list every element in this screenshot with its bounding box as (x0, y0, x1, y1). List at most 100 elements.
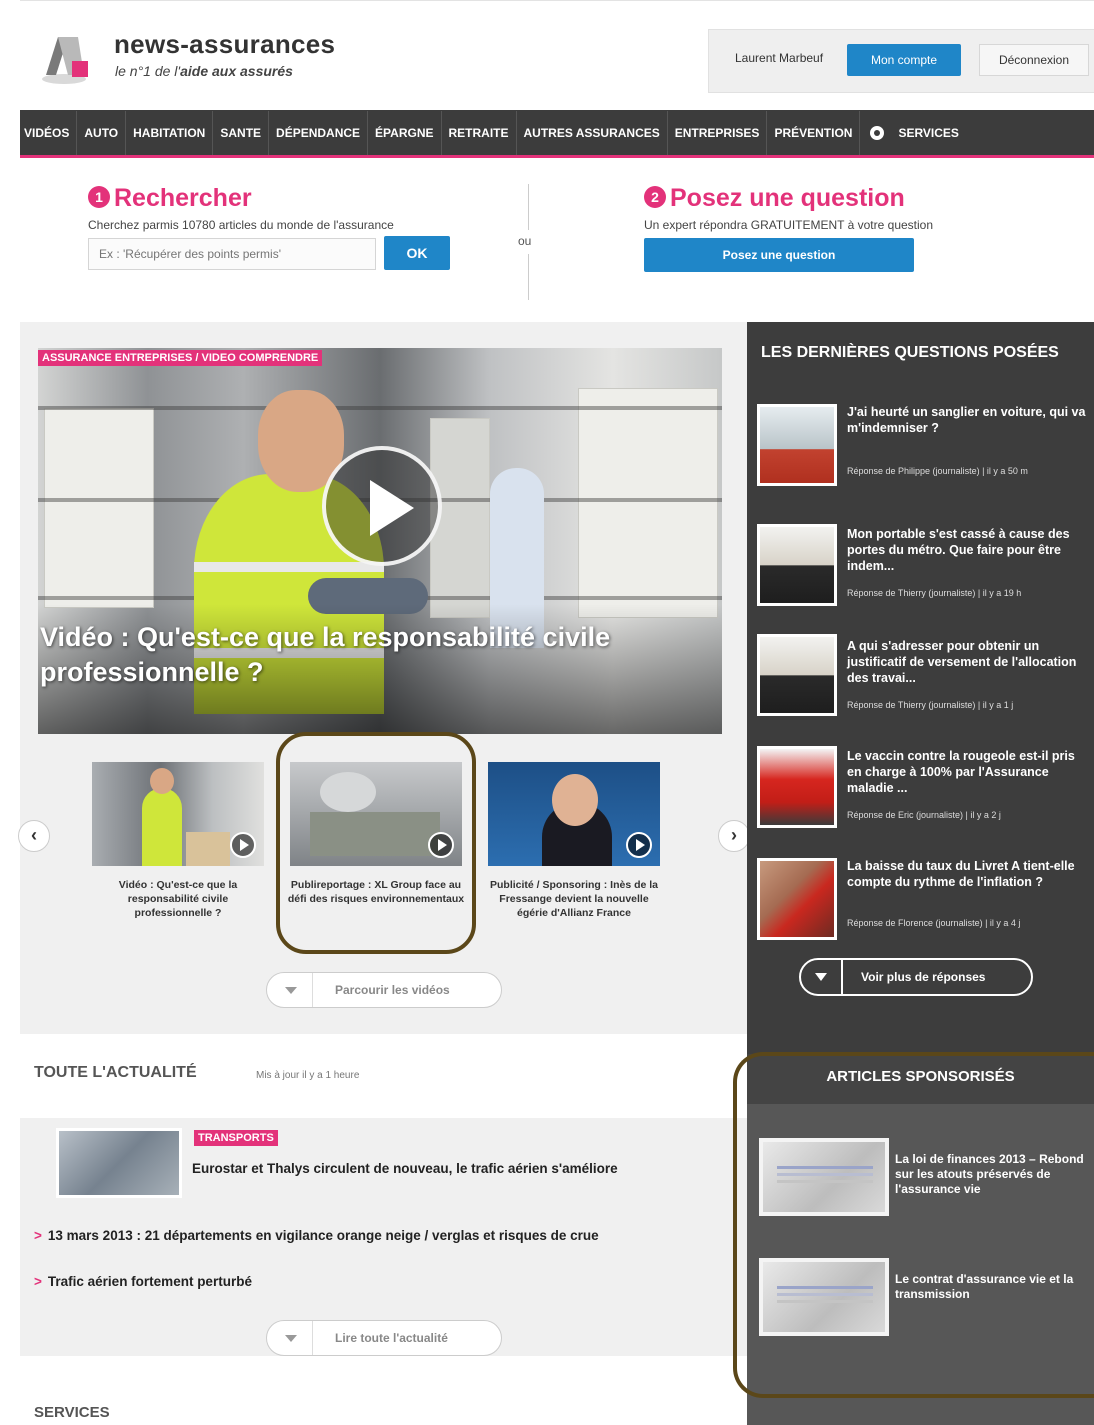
featured-video[interactable]: ASSURANCE ENTREPRISES / VIDEO COMPRENDRE… (38, 348, 722, 734)
video-category-tag[interactable]: ASSURANCE ENTREPRISES / VIDEO COMPRENDRE (38, 350, 323, 366)
search-ok-button[interactable]: OK (384, 236, 450, 270)
nav-item-epargne[interactable]: ÉPARGNE (368, 110, 442, 155)
account-box: Laurent Marbeuf Mon compte Déconnexion (708, 29, 1094, 93)
tagline-emphasis: aide aux assurés (180, 63, 293, 79)
vest-stripe (194, 562, 384, 572)
question-answer-meta: Réponse de Florence (journaliste) | il y… (847, 918, 1021, 928)
chevron-down-icon (267, 973, 313, 1007)
site-header: news-assurances le n°1 de l'aide aux ass… (20, 0, 1094, 110)
news-link[interactable]: > Trafic aérien fortement perturbé (34, 1272, 724, 1291)
question-link[interactable]: Le vaccin contre la rougeole est-il pris… (847, 748, 1091, 796)
warehouse-boxes (578, 388, 718, 618)
nav-item-retraite[interactable]: RETRAITE (442, 110, 517, 155)
divider (528, 184, 529, 230)
news-category-tag[interactable]: TRANSPORTS (194, 1130, 278, 1146)
more-answers-button[interactable]: Voir plus de réponses (799, 958, 1033, 996)
question-link[interactable]: A qui s'adresser pour obtenir un justifi… (847, 638, 1091, 686)
search-input[interactable] (88, 238, 376, 270)
ask-question-button[interactable]: Posez une question (644, 238, 914, 272)
site-name[interactable]: news-assurances (114, 29, 335, 60)
play-icon (230, 832, 256, 858)
video-thumbnail-caption[interactable]: Vidéo : Qu'est-ce que la responsabilité … (88, 878, 268, 920)
question-link[interactable]: La baisse du taux du Livret A tient-elle… (847, 858, 1091, 890)
ask-title: 2 Posez une question (644, 184, 905, 213)
news-updated-time: Mis à jour il y a 1 heure (256, 1070, 360, 1081)
carousel-prev-button[interactable]: ‹ (18, 820, 50, 852)
logout-button[interactable]: Déconnexion (979, 44, 1089, 76)
shelf (38, 406, 722, 410)
browse-videos-button[interactable]: Parcourir les vidéos (266, 972, 502, 1008)
search-subtitle: Cherchez parmis 10780 articles du monde … (88, 218, 394, 232)
more-answers-label: Voir plus de réponses (861, 970, 986, 984)
nav-item-sante[interactable]: SANTE (213, 110, 270, 155)
thumb-figure-head (150, 768, 174, 794)
question-link[interactable]: J'ai heurté un sanglier en voiture, qui … (847, 404, 1091, 436)
nav-item-videos[interactable]: VIDÉOS (20, 110, 78, 155)
nav-item-habitation[interactable]: HABITATION (126, 110, 214, 155)
search-ask-area: 1 Rechercher Cherchez parmis 10780 articl… (20, 158, 1094, 322)
carousel-next-button[interactable]: › (718, 820, 750, 852)
news-link-text: Trafic aérien fortement perturbé (47, 1274, 252, 1289)
my-account-button[interactable]: Mon compte (847, 44, 961, 76)
chevron-down-icon (267, 1321, 313, 1355)
divider (528, 254, 529, 300)
services-section-title: SERVICES (34, 1404, 110, 1421)
chevron-down-icon (801, 960, 843, 994)
user-name: Laurent Marbeuf (735, 51, 824, 65)
site-tagline: le n°1 de l'aide aux assurés (115, 63, 293, 79)
news-link-text: 13 mars 2013 : 21 départements en vigila… (47, 1228, 599, 1243)
play-icon[interactable] (322, 446, 442, 566)
read-all-news-button[interactable]: Lire toute l'actualité (266, 1320, 502, 1356)
nav-item-autres-assurances[interactable]: AUTRES ASSURANCES (517, 110, 668, 155)
main-content: ASSURANCE ENTREPRISES / VIDEO COMPRENDRE… (18, 322, 750, 1425)
ask-subtitle: Un expert répondra GRATUITEMENT à votre … (644, 218, 934, 232)
question-answer-meta: Réponse de Thierry (journaliste) | il y … (847, 700, 1014, 710)
search-title: 1 Rechercher (88, 184, 252, 213)
nav-item-auto[interactable]: AUTO (77, 110, 127, 155)
sidebar: LES DERNIÈRES QUESTIONS POSÉES J'ai heur… (733, 322, 1094, 1425)
featured-video-title[interactable]: Vidéo : Qu'est-ce que la responsabilité … (40, 620, 640, 690)
gear-icon (870, 125, 885, 140)
expert-avatar[interactable] (757, 404, 837, 486)
news-link[interactable]: >13 mars 2013 : 21 départements en vigil… (34, 1226, 724, 1245)
nav-item-dependance[interactable]: DÉPENDANCE (269, 110, 369, 155)
expert-avatar[interactable] (757, 634, 837, 716)
logo-icon[interactable] (38, 31, 94, 87)
video-thumbnail-caption[interactable]: Publicité / Sponsoring : Inès de la Fres… (484, 878, 664, 920)
browse-videos-label: Parcourir les vidéos (335, 983, 450, 997)
nav-item-entreprises[interactable]: ENTREPRISES (668, 110, 768, 155)
question-answer-meta: Réponse de Eric (journaliste) | il y a 2… (847, 810, 1001, 820)
arrow-right-icon: > (34, 1228, 42, 1243)
or-label: ou (518, 234, 532, 248)
play-icon (626, 832, 652, 858)
arrow-right-icon: > (34, 1274, 42, 1289)
step-two-badge: 2 (644, 186, 666, 208)
services-header: SERVICES (20, 1356, 747, 1425)
expert-avatar[interactable] (757, 746, 837, 828)
nav-services-label: SERVICES (898, 125, 959, 140)
warehouse-boxes (44, 408, 154, 608)
thumb-box (186, 832, 230, 866)
expert-avatar[interactable] (757, 858, 837, 940)
nav-item-services[interactable]: SERVICES (860, 111, 965, 155)
video-thumbnail[interactable] (488, 762, 660, 866)
main-nav: VIDÉOS AUTO HABITATION SANTE DÉPENDANCE … (20, 110, 1094, 158)
question-answer-meta: Réponse de Philippe (journaliste) | il y… (847, 466, 1028, 476)
video-thumbnail[interactable] (92, 762, 264, 866)
highlight-annotation (733, 1052, 1094, 1398)
question-link[interactable]: Mon portable s'est cassé à cause des por… (847, 526, 1091, 574)
ask-title-text: Posez une question (670, 184, 905, 212)
news-headline[interactable]: Eurostar et Thalys circulent de nouveau,… (192, 1160, 652, 1178)
nav-item-prevention[interactable]: PRÉVENTION (767, 110, 861, 155)
expert-avatar[interactable] (757, 524, 837, 606)
question-answer-meta: Réponse de Thierry (journaliste) | il y … (847, 588, 1022, 598)
search-title-text: Rechercher (114, 184, 252, 212)
tagline-prefix: le n°1 de l' (115, 63, 181, 79)
step-one-badge: 1 (88, 186, 110, 208)
news-section-title: TOUTE L'ACTUALITÉ (34, 1064, 197, 1081)
highlight-annotation (276, 732, 476, 954)
news-thumbnail[interactable] (56, 1128, 182, 1198)
thumb-figure (142, 788, 182, 866)
read-all-news-label: Lire toute l'actualité (335, 1331, 448, 1345)
latest-questions-title: LES DERNIÈRES QUESTIONS POSÉES (761, 344, 1059, 361)
